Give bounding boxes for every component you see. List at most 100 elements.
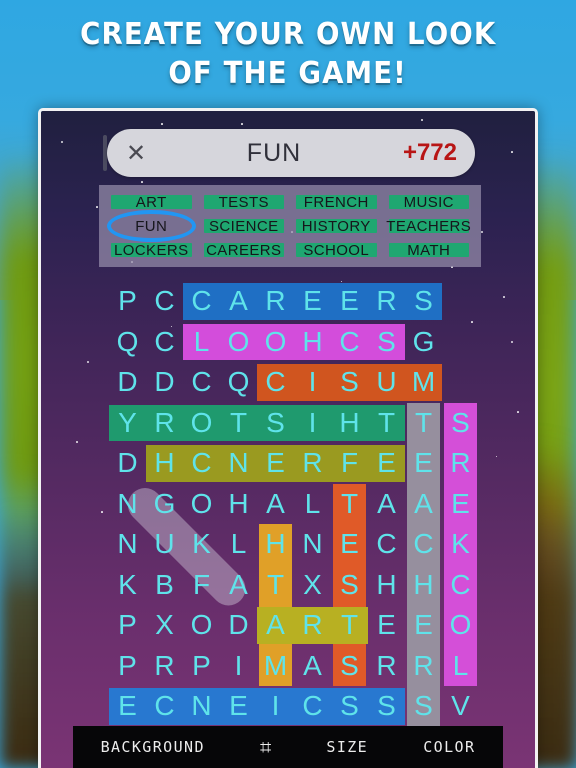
grid-cell[interactable]: O: [183, 484, 220, 525]
grid-cell[interactable]: C: [146, 322, 183, 363]
word-list-item-history[interactable]: HISTORY: [290, 215, 383, 237]
grid-cell[interactable]: I: [220, 646, 257, 687]
grid-cell[interactable]: K: [442, 524, 479, 565]
grid-cell[interactable]: S: [405, 281, 442, 322]
word-list-item-french[interactable]: FRENCH: [290, 191, 383, 213]
grid-cell[interactable]: E: [442, 483, 479, 524]
grid-cell[interactable]: Q: [109, 322, 146, 363]
grid-cell[interactable]: A: [368, 484, 405, 525]
grid-cell[interactable]: H: [405, 564, 442, 605]
grid-cell[interactable]: R: [368, 646, 405, 687]
grid-cell[interactable]: S: [405, 686, 442, 727]
grid-cell[interactable]: P: [109, 646, 146, 687]
grid-cell[interactable]: [442, 322, 479, 363]
customization-toolbar[interactable]: BACKGROUND ⌗ SIZE COLOR: [73, 726, 503, 768]
grid-cell[interactable]: X: [294, 565, 331, 606]
grid-cell[interactable]: P: [183, 646, 220, 687]
grid-cell[interactable]: G: [405, 322, 442, 363]
grid-cell[interactable]: E: [109, 686, 146, 727]
grid-cell[interactable]: A: [294, 646, 331, 687]
grid-cell[interactable]: E: [368, 605, 405, 646]
grid-cell[interactable]: O: [257, 322, 294, 363]
grid-cell[interactable]: R: [368, 281, 405, 322]
grid-cell[interactable]: N: [183, 686, 220, 727]
grid-cell[interactable]: I: [294, 403, 331, 444]
grid-cell[interactable]: E: [405, 605, 442, 646]
word-list-item-lockers[interactable]: LOCKERS: [105, 239, 198, 261]
grid-cell[interactable]: H: [331, 403, 368, 444]
word-list-item-art[interactable]: ART: [105, 191, 198, 213]
grid-cell[interactable]: H: [368, 565, 405, 606]
grid-cell[interactable]: B: [146, 565, 183, 606]
grid-hash-icon[interactable]: ⌗: [260, 735, 271, 759]
close-icon[interactable]: ✕: [107, 129, 165, 177]
grid-cell[interactable]: U: [368, 362, 405, 403]
grid-cell[interactable]: L: [220, 524, 257, 565]
grid-cell[interactable]: M: [405, 362, 442, 403]
grid-cell[interactable]: C: [331, 322, 368, 363]
grid-cell[interactable]: N: [220, 443, 257, 484]
grid-cell[interactable]: T: [331, 605, 368, 646]
grid-cell[interactable]: A: [257, 484, 294, 525]
grid-cell[interactable]: C: [183, 281, 220, 322]
grid-cell[interactable]: S: [331, 362, 368, 403]
grid-cell[interactable]: S: [331, 645, 368, 686]
grid-cell[interactable]: T: [331, 483, 368, 524]
grid-cell[interactable]: K: [109, 565, 146, 606]
grid-cell[interactable]: E: [331, 281, 368, 322]
grid-cell[interactable]: E: [368, 443, 405, 484]
grid-cell[interactable]: A: [257, 605, 294, 646]
grid-cell[interactable]: C: [257, 362, 294, 403]
grid-cell[interactable]: H: [220, 484, 257, 525]
grid-cell[interactable]: C: [405, 524, 442, 565]
grid-cell[interactable]: C: [146, 281, 183, 322]
grid-cell[interactable]: S: [368, 686, 405, 727]
grid-cell[interactable]: L: [442, 645, 479, 686]
grid-cell[interactable]: [442, 281, 479, 322]
grid-cell[interactable]: D: [109, 362, 146, 403]
grid-cell[interactable]: L: [294, 484, 331, 525]
word-list-item-school[interactable]: SCHOOL: [290, 239, 383, 261]
grid-cell[interactable]: T: [220, 403, 257, 444]
grid-cell[interactable]: [442, 362, 479, 403]
puzzle-grid-area[interactable]: PCCAREERSQCLOOHCSGDDCQCISUMYROTSIHTTSDHC…: [41, 276, 535, 727]
toolbar-size-button[interactable]: SIZE: [326, 738, 368, 756]
grid-cell[interactable]: C: [183, 362, 220, 403]
grid-cell[interactable]: S: [442, 402, 479, 443]
grid-cell[interactable]: H: [146, 443, 183, 484]
word-list-item-science[interactable]: SCIENCE: [198, 215, 291, 237]
grid-cell[interactable]: P: [109, 281, 146, 322]
grid-cell[interactable]: S: [368, 322, 405, 363]
grid-cell[interactable]: M: [257, 645, 294, 686]
grid-cell[interactable]: S: [331, 564, 368, 605]
grid-cell[interactable]: E: [220, 686, 257, 727]
letter-grid[interactable]: PCCAREERSQCLOOHCSGDDCQCISUMYROTSIHTTSDHC…: [109, 281, 479, 727]
grid-cell[interactable]: R: [146, 646, 183, 687]
grid-cell[interactable]: O: [220, 322, 257, 363]
grid-cell[interactable]: I: [257, 686, 294, 727]
grid-cell[interactable]: T: [405, 402, 442, 443]
grid-cell[interactable]: E: [294, 281, 331, 322]
word-list-item-careers[interactable]: CAREERS: [198, 239, 291, 261]
grid-cell[interactable]: E: [405, 443, 442, 484]
grid-cell[interactable]: Y: [109, 403, 146, 444]
word-list-item-music[interactable]: MUSIC: [383, 191, 476, 213]
grid-cell[interactable]: E: [257, 443, 294, 484]
grid-cell[interactable]: Q: [220, 362, 257, 403]
grid-cell[interactable]: D: [109, 443, 146, 484]
grid-cell[interactable]: R: [294, 443, 331, 484]
grid-cell[interactable]: S: [331, 686, 368, 727]
toolbar-color-button[interactable]: COLOR: [423, 738, 475, 756]
grid-cell[interactable]: A: [220, 281, 257, 322]
toolbar-background-button[interactable]: BACKGROUND: [101, 738, 205, 756]
grid-cell[interactable]: N: [109, 524, 146, 565]
grid-cell[interactable]: T: [257, 564, 294, 605]
grid-cell[interactable]: F: [331, 443, 368, 484]
grid-cell[interactable]: P: [109, 605, 146, 646]
grid-cell[interactable]: R: [257, 281, 294, 322]
grid-cell[interactable]: A: [405, 483, 442, 524]
grid-cell[interactable]: T: [368, 403, 405, 444]
grid-cell[interactable]: H: [257, 524, 294, 565]
word-list-item-teachers[interactable]: TEACHERS: [383, 215, 476, 237]
grid-cell[interactable]: R: [442, 443, 479, 484]
